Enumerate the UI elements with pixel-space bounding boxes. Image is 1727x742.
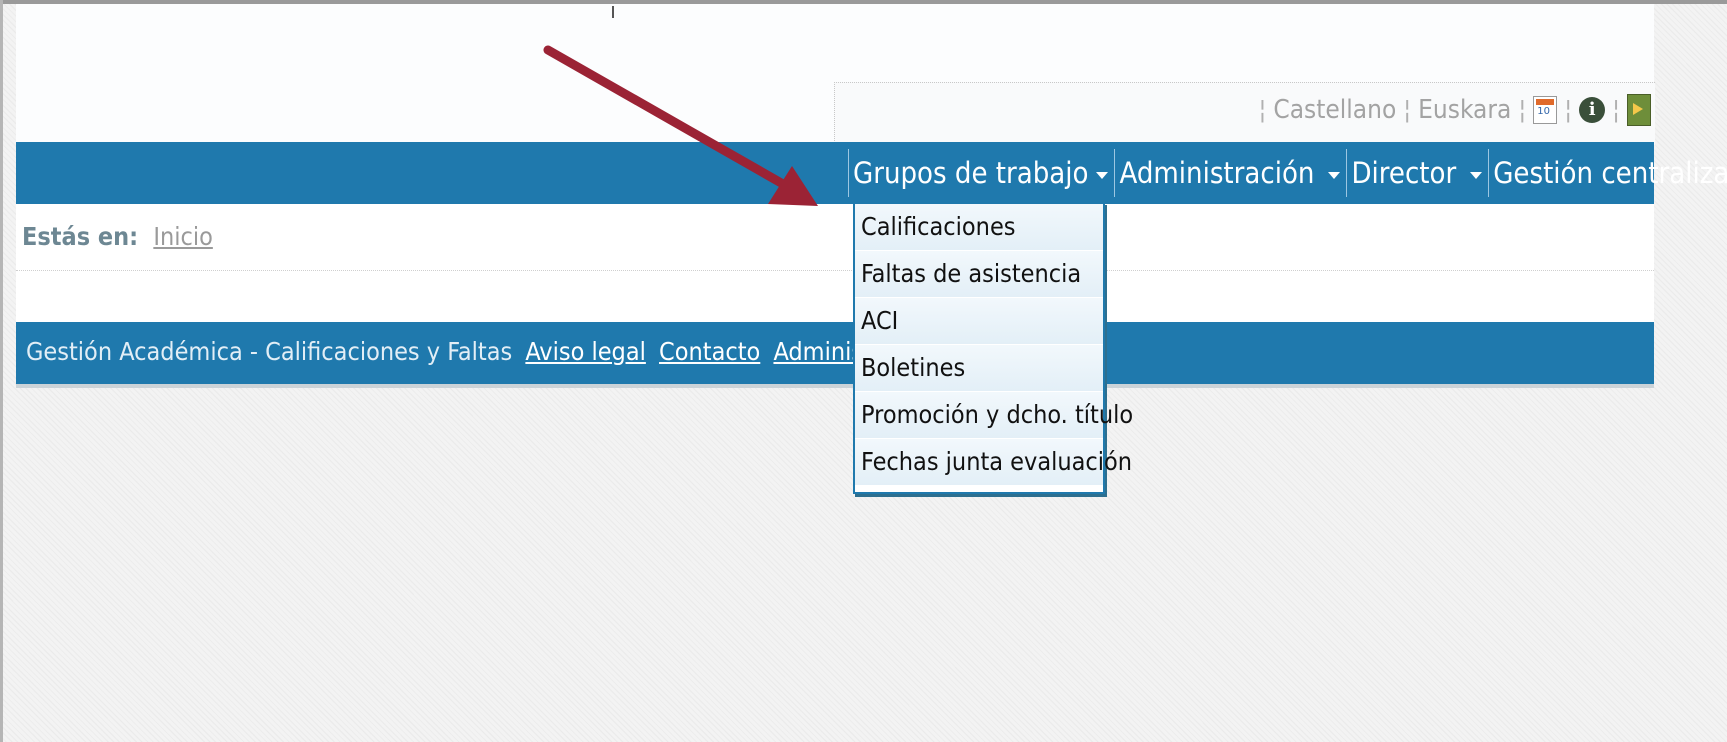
annotation-arrow-icon — [543, 45, 818, 206]
